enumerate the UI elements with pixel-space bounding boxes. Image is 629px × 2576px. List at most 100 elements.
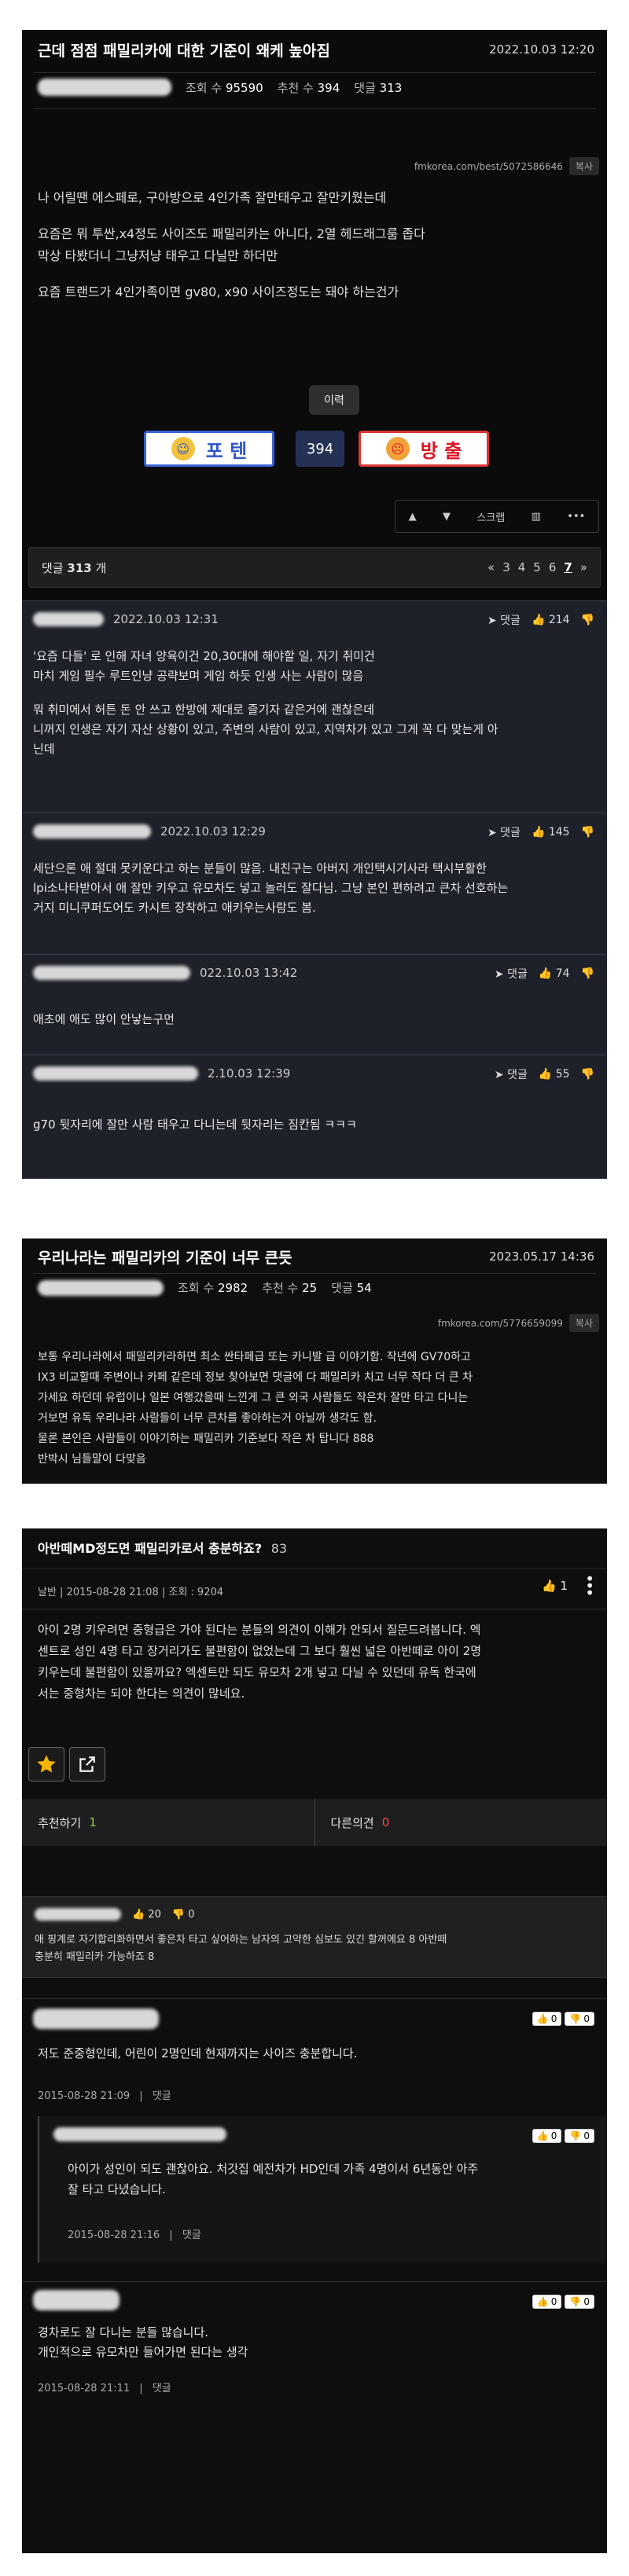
dislike-icon[interactable]: 👎 <box>581 826 594 838</box>
body-line: 요즘은 뭐 투싼,x4정도 사이즈도 패밀리카는 아니다, 2열 헤드래그룸 좁… <box>38 226 425 241</box>
reply-button[interactable]: ➤ 댓글 <box>487 824 520 840</box>
comment-date: 2015-08-28 21:09 <box>38 2090 131 2102</box>
reply-label: 댓글 <box>500 615 520 627</box>
dislike-button[interactable]: 👎 0 <box>565 2129 594 2143</box>
comment-line: g70 뒷자리에 잘만 사람 태우고 다니는데 뒷자리는 짐칸됨 ㅋㅋㅋ <box>33 1117 357 1132</box>
views-label: 조회 수 <box>186 80 223 95</box>
post-body: 나 어릴땐 에스페로, 구아방으로 4인가족 잘만태우고 잘만키웠는데 요즘은 … <box>38 187 588 303</box>
like-button[interactable]: 👍 0 <box>532 2012 562 2026</box>
pager-page[interactable]: 5 <box>533 560 541 574</box>
reply-link[interactable]: 댓글 <box>153 2090 171 2102</box>
comment-head: 2.10.03 12:39 <box>33 1066 290 1081</box>
vote-up-button[interactable]: ☺ 포 텐 <box>144 431 274 467</box>
comment-count: 313 <box>67 560 92 575</box>
arrow-up-icon[interactable]: ▲ <box>409 511 417 523</box>
comments-count: 313 <box>379 80 403 95</box>
best-comment-head: 👍 20 👎 0 <box>35 1908 194 1921</box>
views-label: 조회 수 <box>178 1281 215 1295</box>
commenter-avatar <box>33 1066 198 1081</box>
like-button[interactable]: 👍 55 <box>539 1068 570 1081</box>
comment-line: 니꺼지 인생은 자기 자산 상황이 있고, 주변의 사람이 있고, 지역차가 있… <box>33 722 498 736</box>
comment-line: 아이가 성인이 되도 괜찮아요. 처갓집 예전차가 HD인데 가족 4명이서 6… <box>68 2162 479 2176</box>
history-button[interactable]: 이력 <box>309 385 359 415</box>
copy-url-button[interactable]: 복사 <box>568 157 599 175</box>
best-comment: 👍 20 👎 0 애 핑계로 자기합리화하면서 좋은차 타고 싶어하는 남자의 … <box>22 1896 607 1978</box>
more-menu-icon[interactable]: • • • <box>585 1571 594 1601</box>
dislike-icon[interactable]: 👎 <box>581 1068 594 1081</box>
other-opinion-button[interactable]: 다른의견 0 <box>314 1799 608 1846</box>
post-meta: 조회 수 95590 추천 수 394 댓글 313 <box>38 79 402 96</box>
angry-face-icon: ☹ <box>385 437 410 461</box>
vote-down-button[interactable]: ☹ 방 출 <box>359 431 489 467</box>
more-icon[interactable]: ••• <box>567 511 585 523</box>
dislike-button[interactable]: 👎 0 <box>565 2295 594 2309</box>
commenter-avatar <box>33 612 104 626</box>
post-toolbar: ▲ ▼ 스크랩 ▥ ••• <box>395 500 599 533</box>
author-avatar <box>38 79 171 96</box>
body-gap <box>38 209 588 223</box>
dislike-button[interactable]: 👎 0 <box>172 1909 195 1921</box>
reply-button[interactable]: ➤ 댓글 <box>487 612 520 628</box>
reply-button[interactable]: ➤ 댓글 <box>495 966 528 982</box>
post-url[interactable]: fmkorea.com/best/5072586646 <box>414 161 563 172</box>
comment-line: '요즘 다들' 로 인해 자녀 양육이건 20,30대에 해야할 일, 자기 취… <box>33 649 375 663</box>
comment-line: 경차로도 잘 다니는 분들 많습니다. <box>38 2325 209 2339</box>
like-count: 0 <box>550 2296 557 2307</box>
comments-count: 54 <box>356 1281 372 1295</box>
divider <box>33 72 596 73</box>
comment-item: 2.10.03 12:39 ➤ 댓글 👍 55 👎 g70 뒷자리에 잘만 사람… <box>22 1055 607 1179</box>
comment-vote: 👍 0 👎 0 <box>532 2127 594 2143</box>
dislike-icon[interactable]: 👎 <box>581 967 594 980</box>
comment-line: 충분히 패밀리카 가능하죠 8 <box>35 1951 155 1963</box>
star-icon <box>37 1755 56 1773</box>
stats-icon[interactable]: ▥ <box>532 511 541 523</box>
comment-pager: « 3 4 5 6 7 » <box>487 560 587 574</box>
body-line: 키우는데 불편함이 있을까요? 엑센트만 되도 유모차 2개 넣고 다닐 수 있… <box>38 1665 476 1679</box>
scrap-button[interactable]: 스크랩 <box>476 509 505 524</box>
favorite-button[interactable] <box>28 1747 64 1782</box>
pager-last-icon[interactable]: » <box>580 560 587 574</box>
post-url[interactable]: fmkorea.com/5776659099 <box>438 1318 563 1329</box>
body-line: 아이 2명 키우려면 중형급은 가야 된다는 분들의 의견이 이해가 안되서 질… <box>38 1623 481 1637</box>
dislike-icon[interactable]: 👎 <box>581 614 594 626</box>
post-fmkorea-2: 우리나라는 패밀리카의 기준이 너무 큰듯 2023.05.17 14:36 조… <box>22 1238 607 1484</box>
recommend-bar: 추천하기 1 다른의견 0 <box>22 1799 607 1846</box>
share-button[interactable] <box>69 1747 105 1782</box>
body-line: 센트로 성인 4명 타고 장거리가도 불편함이 없었는데 그 보다 훨씬 넓은 … <box>38 1644 482 1658</box>
like-button[interactable]: 👍 214 <box>532 614 570 626</box>
reply-label: 댓글 <box>507 968 528 981</box>
like-button[interactable]: 👍 0 <box>532 2295 562 2309</box>
body-line: 나 어릴땐 에스페로, 구아방으로 4인가족 잘만태우고 잘만키웠는데 <box>38 190 387 205</box>
pager-page[interactable]: 6 <box>549 560 557 574</box>
pager-current-page[interactable]: 7 <box>564 560 572 574</box>
like-button[interactable]: 👍 20 <box>132 1909 161 1921</box>
like-button[interactable]: 👍 1 <box>542 1579 568 1593</box>
like-button[interactable]: 👍 74 <box>539 967 570 980</box>
body-line: 막상 타봤더니 그냥저냥 태우고 다닐만 하더만 <box>38 248 278 263</box>
comment-vote: 👍 0 👎 0 <box>532 2293 594 2309</box>
commenter-avatar <box>53 2127 226 2141</box>
pager-page[interactable]: 4 <box>518 560 526 574</box>
dislike-count: 0 <box>583 2296 590 2307</box>
reply-label: 댓글 <box>507 1069 528 1081</box>
like-count: 0 <box>550 2013 557 2024</box>
commenter-avatar <box>33 2290 120 2310</box>
divider <box>33 108 596 109</box>
pager-page[interactable]: 3 <box>502 560 510 574</box>
dislike-button[interactable]: 👎 0 <box>565 2012 594 2026</box>
arrow-down-icon[interactable]: ▼ <box>443 511 451 523</box>
like-button[interactable]: 👍 145 <box>532 826 570 838</box>
like-button[interactable]: 👍 0 <box>532 2129 562 2143</box>
pager-first-icon[interactable]: « <box>487 560 495 574</box>
comments-label: 댓글 <box>354 80 376 95</box>
recommend-button[interactable]: 추천하기 1 <box>22 1799 314 1846</box>
reply-link[interactable]: 댓글 <box>182 2229 201 2241</box>
like-count: 214 <box>548 614 570 626</box>
dislike-count: 0 <box>188 1908 195 1921</box>
comment-text: 세단으론 애 절대 못키운다고 하는 분들이 많음. 내친구는 아버지 개인택시… <box>33 859 599 918</box>
reply-button[interactable]: ➤ 댓글 <box>495 1066 528 1082</box>
commenter-avatar <box>33 824 151 838</box>
reply-link[interactable]: 댓글 <box>153 2383 171 2394</box>
comments-label: 댓글 <box>331 1281 353 1295</box>
copy-url-button[interactable]: 복사 <box>568 1314 599 1332</box>
